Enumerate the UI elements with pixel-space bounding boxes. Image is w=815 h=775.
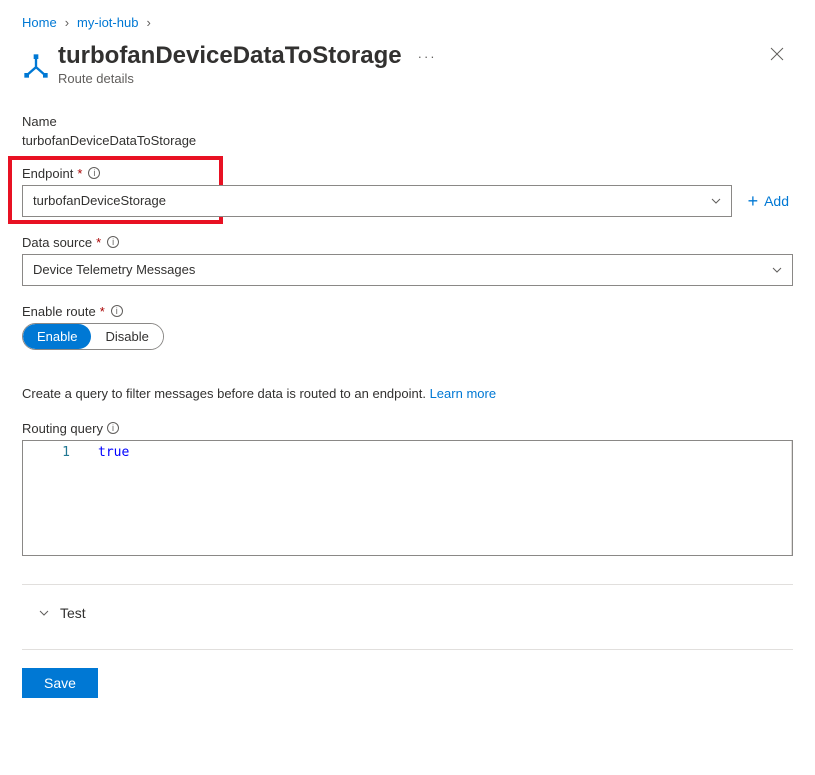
line-number: 1 — [23, 445, 70, 460]
learn-more-link[interactable]: Learn more — [430, 386, 496, 401]
page-subtitle: Route details — [58, 71, 441, 86]
route-icon — [22, 52, 50, 80]
required-indicator: * — [96, 235, 101, 250]
endpoint-select[interactable]: turbofanDeviceStorage — [22, 185, 732, 217]
query-editor[interactable]: 1 true — [22, 440, 793, 556]
page-title: turbofanDeviceDataToStorage — [58, 42, 402, 71]
info-icon[interactable]: i — [111, 305, 123, 317]
endpoint-field: Endpoint * i turbofanDeviceStorage + Add — [22, 166, 793, 217]
chevron-right-icon: › — [65, 15, 69, 30]
name-label: Name — [22, 114, 57, 129]
test-expander[interactable]: Test — [22, 601, 793, 625]
test-label: Test — [60, 605, 86, 621]
required-indicator: * — [77, 166, 82, 181]
breadcrumb-home[interactable]: Home — [22, 15, 57, 30]
endpoint-label: Endpoint — [22, 166, 73, 181]
add-label: Add — [764, 193, 789, 209]
chevron-right-icon: › — [146, 15, 150, 30]
save-button[interactable]: Save — [22, 668, 98, 698]
name-value: turbofanDeviceDataToStorage — [22, 133, 793, 148]
info-icon[interactable]: i — [107, 236, 119, 248]
datasource-label: Data source — [22, 235, 92, 250]
datasource-field: Data source * i Device Telemetry Message… — [22, 235, 793, 286]
datasource-select[interactable]: Device Telemetry Messages — [22, 254, 793, 286]
header-left: turbofanDeviceDataToStorage ··· Route de… — [22, 42, 441, 86]
chevron-down-icon — [38, 607, 50, 619]
enable-route-label: Enable route — [22, 304, 96, 319]
info-icon[interactable]: i — [107, 422, 119, 434]
routing-query-label: Routing query — [22, 421, 103, 436]
enable-button[interactable]: Enable — [23, 324, 91, 349]
editor-content[interactable]: true — [78, 441, 792, 555]
page-header: turbofanDeviceDataToStorage ··· Route de… — [22, 42, 793, 86]
query-helper-text: Create a query to filter messages before… — [22, 386, 793, 401]
more-button[interactable]: ··· — [414, 45, 441, 68]
close-icon — [769, 46, 785, 62]
query-code: true — [98, 445, 129, 460]
routing-query-field: Routing query i 1 true — [22, 421, 793, 556]
editor-gutter: 1 — [23, 441, 78, 555]
breadcrumb: Home › my-iot-hub › — [22, 15, 793, 30]
enable-toggle-group: Enable Disable — [22, 323, 164, 350]
info-icon[interactable]: i — [88, 167, 100, 179]
helper-text-content: Create a query to filter messages before… — [22, 386, 430, 401]
disable-button[interactable]: Disable — [91, 324, 162, 349]
required-indicator: * — [100, 304, 105, 319]
enable-route-field: Enable route * i Enable Disable — [22, 304, 793, 350]
footer-bar: Save — [22, 649, 793, 698]
add-endpoint-button[interactable]: + Add — [744, 188, 793, 214]
divider — [22, 584, 793, 585]
close-button[interactable] — [761, 42, 793, 70]
plus-icon: + — [748, 192, 759, 210]
breadcrumb-hub[interactable]: my-iot-hub — [77, 15, 138, 30]
name-field: Name turbofanDeviceDataToStorage — [22, 114, 793, 148]
